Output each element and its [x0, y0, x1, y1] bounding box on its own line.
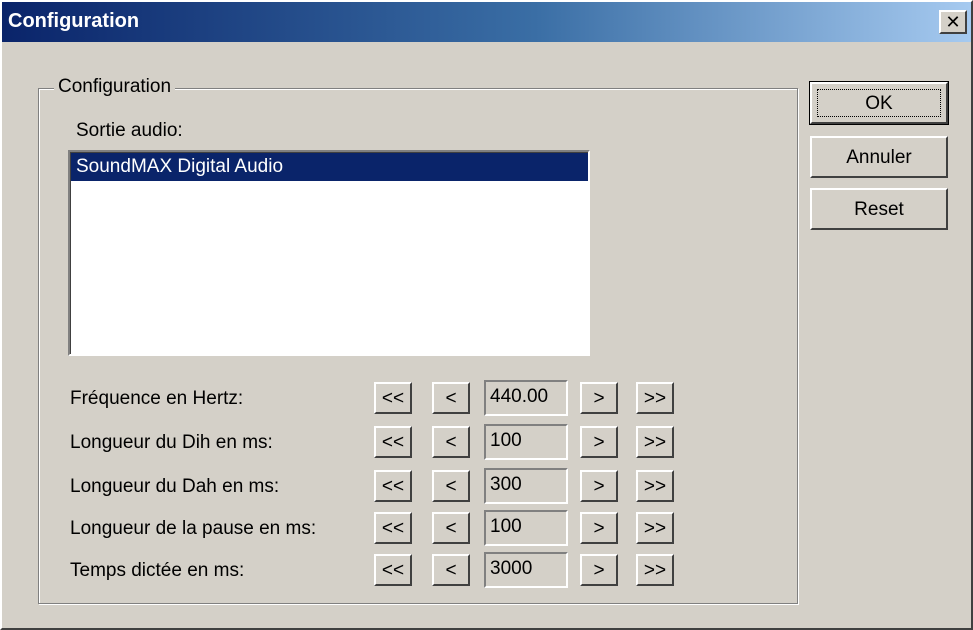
dictation-increase-button[interactable]: >: [580, 554, 618, 586]
dah-value-field[interactable]: 300: [484, 468, 568, 504]
pause-big-decrease-button[interactable]: <<: [374, 512, 412, 544]
pause-decrease-button[interactable]: <: [432, 512, 470, 544]
dih-length-label: Longueur du Dih en ms:: [70, 432, 273, 453]
close-icon: ✕: [945, 12, 961, 32]
dih-value-field[interactable]: 100: [484, 424, 568, 460]
configuration-dialog: Configuration ✕ Configuration Sortie aud…: [0, 0, 973, 630]
pause-length-label: Longueur de la pause en ms:: [70, 518, 317, 539]
dih-big-decrease-button[interactable]: <<: [374, 426, 412, 458]
dictation-big-increase-button[interactable]: >>: [636, 554, 674, 586]
pause-big-increase-button[interactable]: >>: [636, 512, 674, 544]
frequency-value-field[interactable]: 440.00: [484, 380, 568, 416]
close-button[interactable]: ✕: [939, 10, 967, 34]
dah-length-label: Longueur du Dah en ms:: [70, 476, 280, 497]
list-item-audio-device[interactable]: SoundMAX Digital Audio: [71, 153, 588, 181]
dih-big-increase-button[interactable]: >>: [636, 426, 674, 458]
ok-button[interactable]: OK: [809, 81, 949, 125]
dictation-time-label: Temps dictée en ms:: [70, 560, 245, 581]
dictation-big-decrease-button[interactable]: <<: [374, 554, 412, 586]
dah-increase-button[interactable]: >: [580, 470, 618, 502]
dih-decrease-button[interactable]: <: [432, 426, 470, 458]
cancel-button[interactable]: Annuler: [810, 136, 948, 178]
groupbox-label: Configuration: [54, 76, 176, 98]
dah-big-decrease-button[interactable]: <<: [374, 470, 412, 502]
title-bar[interactable]: Configuration ✕: [2, 2, 971, 42]
frequency-big-decrease-button[interactable]: <<: [374, 382, 412, 414]
frequency-big-increase-button[interactable]: >>: [636, 382, 674, 414]
frequency-increase-button[interactable]: >: [580, 382, 618, 414]
window-title: Configuration: [8, 10, 140, 32]
audio-output-listbox[interactable]: SoundMAX Digital Audio: [68, 150, 590, 356]
reset-button[interactable]: Reset: [810, 188, 948, 230]
dah-big-increase-button[interactable]: >>: [636, 470, 674, 502]
dih-increase-button[interactable]: >: [580, 426, 618, 458]
pause-value-field[interactable]: 100: [484, 510, 568, 546]
frequency-label: Fréquence en Hertz:: [70, 388, 244, 409]
audio-output-label: Sortie audio:: [76, 120, 183, 141]
dictation-decrease-button[interactable]: <: [432, 554, 470, 586]
dah-decrease-button[interactable]: <: [432, 470, 470, 502]
dictation-value-field[interactable]: 3000: [484, 552, 568, 588]
focus-rect: [817, 89, 941, 117]
frequency-decrease-button[interactable]: <: [432, 382, 470, 414]
pause-increase-button[interactable]: >: [580, 512, 618, 544]
